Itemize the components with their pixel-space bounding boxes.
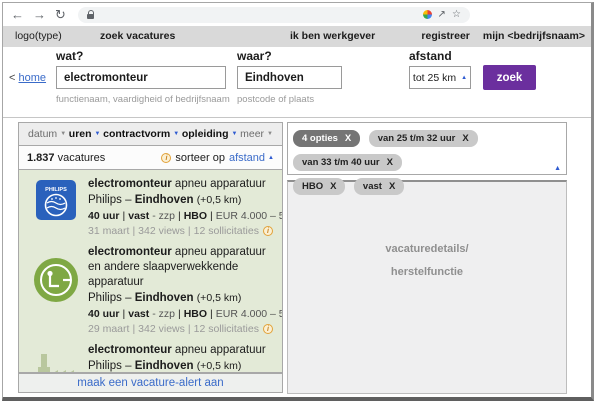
wat-field-group: wat? functienaam, vaardigheid of bedrijf… — [56, 49, 230, 105]
company-logo-wrap: PHILIPS — [24, 177, 88, 238]
vacancy-text: electromonteur apneu apparatuur Philips … — [88, 177, 278, 238]
chip-van-33-40-uur[interactable]: van 33 t/m 40 uur X — [293, 154, 402, 171]
afstand-field-group: afstand tot 25 km ▲ — [409, 49, 471, 89]
vacancy-list-item[interactable]: electromonteur apneu apparatuur Philips … — [19, 336, 282, 373]
forward-icon[interactable]: → — [33, 8, 46, 21]
nav-registreer[interactable]: registreer — [421, 30, 469, 42]
section-divider — [3, 117, 591, 118]
chip-vast[interactable]: vast X — [354, 178, 404, 195]
vacancy-title: electromonteur apneu apparatuur — [88, 177, 278, 192]
chip-van-25-32-uur[interactable]: van 25 t/m 32 uur X — [369, 130, 478, 147]
company-logo-wrap — [24, 343, 88, 373]
collapse-up-arrow-icon[interactable]: ▲ — [554, 165, 561, 172]
vacancy-text: electromonteur apneu apparatuur Philips … — [88, 343, 278, 373]
waar-label: waar? — [237, 49, 342, 63]
waar-field-group: waar? postcode of plaats — [237, 49, 342, 105]
info-icon: i — [263, 226, 273, 236]
vacancy-title: electromonteur apneu apparatuur en ander… — [88, 245, 278, 290]
sort-up-arrow-icon: ▲ — [268, 155, 274, 161]
site-logo[interactable]: logo(type) — [15, 30, 62, 42]
vacancy-company-line: Philips – Eindhoven (+0,5 km) — [88, 290, 278, 306]
refresh-icon[interactable]: ↻ — [55, 8, 66, 21]
chip-4-opties[interactable]: 4 opties X — [293, 130, 360, 147]
filter-meer[interactable]: meer ▼ — [240, 128, 273, 140]
wat-input[interactable] — [56, 66, 226, 89]
chip-hbo[interactable]: HBO X — [293, 178, 345, 195]
details-panel-line1: vacaturedetails/ — [385, 243, 468, 255]
home-link[interactable]: home — [19, 72, 47, 84]
site-header: logo(type) zoek vacatures ik ben werkgev… — [3, 26, 591, 47]
afstand-dropdown[interactable]: tot 25 km ▲ — [409, 66, 471, 89]
vacancy-alert-bar: maak een vacature-alert aan — [18, 373, 283, 393]
chip-close-icon[interactable]: X — [330, 181, 336, 192]
filter-contractvorm[interactable]: contractvorm ▼ — [103, 128, 179, 140]
results-column: datum ▼ uren ▼ contractvorm ▼ opleiding … — [18, 122, 283, 393]
vacancy-company-line: Philips – Eindhoven (+0,5 km) — [88, 192, 278, 208]
nav-ik-ben-werkgever[interactable]: ik ben werkgever — [290, 30, 375, 42]
vacancy-list-item[interactable]: electromonteur apneu apparatuur en ander… — [19, 238, 282, 336]
vacancy-count-label: vacatures — [58, 152, 106, 164]
back-chevron: < — [9, 72, 15, 84]
lock-icon — [87, 14, 94, 19]
chevron-down-icon: ▼ — [232, 131, 238, 137]
home-breadcrumb: < home — [9, 72, 46, 84]
chevron-down-icon: ▼ — [267, 131, 273, 137]
zoek-button[interactable]: zoek — [483, 65, 536, 90]
chevron-down-icon: ▼ — [95, 131, 101, 137]
vacancy-stats-line: 31 maart|342 views|12 sollicitaties i — [88, 224, 278, 238]
vacancy-company-line: Philips – Eindhoven (+0,5 km) — [88, 358, 278, 373]
details-column: 4 opties X van 25 t/m 32 uur X van 33 t/… — [287, 122, 567, 394]
vacancy-details-panel: vacaturedetails/ herstelfunctie — [287, 180, 567, 394]
vacancy-details-line: 40 uur|vast - zzp|HBO|EUR 4.000 – 5.000 — [88, 208, 278, 224]
vacancy-list: PHILIPS electromonteur apneu apparatuur … — [18, 170, 283, 373]
afstand-label: afstand — [409, 49, 471, 63]
address-bar[interactable]: ↗ ☆ — [78, 7, 470, 23]
nav-zoek-vacatures[interactable]: zoek vacatures — [100, 30, 175, 42]
bookmark-star-icon[interactable]: ☆ — [452, 10, 461, 20]
vacancy-title: electromonteur apneu apparatuur — [88, 343, 278, 358]
wat-label: wat? — [56, 49, 230, 63]
vacancy-text: electromonteur apneu apparatuur en ander… — [88, 245, 278, 336]
philips-logo-icon: PHILIPS — [36, 180, 76, 220]
result-count-bar: 1.837 vacatures i sorteer op afstand ▲ — [18, 146, 283, 170]
factory-icon — [34, 353, 78, 373]
filter-uren[interactable]: uren ▼ — [69, 128, 101, 140]
chip-close-icon[interactable]: X — [387, 157, 393, 168]
chip-close-icon[interactable]: X — [345, 133, 351, 144]
wat-helper-text: functienaam, vaardigheid of bedrijfsnaam — [56, 94, 230, 105]
dropdown-arrow-icon: ▲ — [461, 75, 467, 81]
sort-label: sorteer op — [175, 152, 225, 164]
chip-close-icon[interactable]: X — [389, 181, 395, 192]
vacancy-stats-line: 29 maart|342 views|12 sollicitaties i — [88, 322, 278, 336]
vacancy-count: 1.837 — [27, 152, 55, 164]
active-filter-chips: 4 opties X van 25 t/m 32 uur X van 33 t/… — [287, 122, 567, 175]
browser-toolbar: ← → ↻ ↗ ☆ — [3, 3, 591, 26]
back-icon[interactable]: ← — [11, 8, 24, 21]
create-vacancy-alert-link[interactable]: maak een vacature-alert aan — [77, 377, 223, 389]
lg-logo-icon — [33, 257, 79, 303]
filter-dropdown-bar: datum ▼ uren ▼ contractvorm ▼ opleiding … — [18, 122, 283, 146]
info-icon: i — [263, 324, 273, 334]
filter-opleiding[interactable]: opleiding ▼ — [182, 128, 238, 140]
details-panel-line2: herstelfunctie — [391, 266, 463, 278]
vacancy-details-line: 40 uur|vast - zzp|HBO|EUR 4.000 – 5.000 — [88, 306, 278, 322]
waar-helper-text: postcode of plaats — [237, 94, 342, 105]
share-icon[interactable]: ↗ — [438, 10, 446, 20]
chip-close-icon[interactable]: X — [462, 133, 468, 144]
chevron-down-icon: ▼ — [173, 131, 179, 137]
filter-datum[interactable]: datum ▼ — [28, 128, 66, 140]
browser-window: ← → ↻ ↗ ☆ logo(type) zoek vacatures ik b… — [2, 2, 594, 401]
search-section: < home wat? functienaam, vaardigheid of … — [3, 47, 591, 117]
waar-input[interactable] — [237, 66, 342, 89]
nav-mijn-bedrijfsnaam[interactable]: mijn <bedrijfsnaam> — [483, 30, 585, 42]
svg-text:PHILIPS: PHILIPS — [45, 187, 67, 193]
chevron-down-icon: ▼ — [60, 131, 66, 137]
google-account-icon[interactable] — [423, 10, 432, 19]
info-icon: i — [161, 153, 171, 163]
company-logo-wrap — [24, 245, 88, 336]
sort-by-afstand-link[interactable]: afstand ▲ — [229, 152, 274, 164]
vacancy-list-item[interactable]: PHILIPS electromonteur apneu apparatuur … — [19, 170, 282, 238]
header-right-nav: registreer mijn <bedrijfsnaam> — [421, 30, 585, 42]
afstand-value: tot 25 km — [413, 72, 456, 84]
